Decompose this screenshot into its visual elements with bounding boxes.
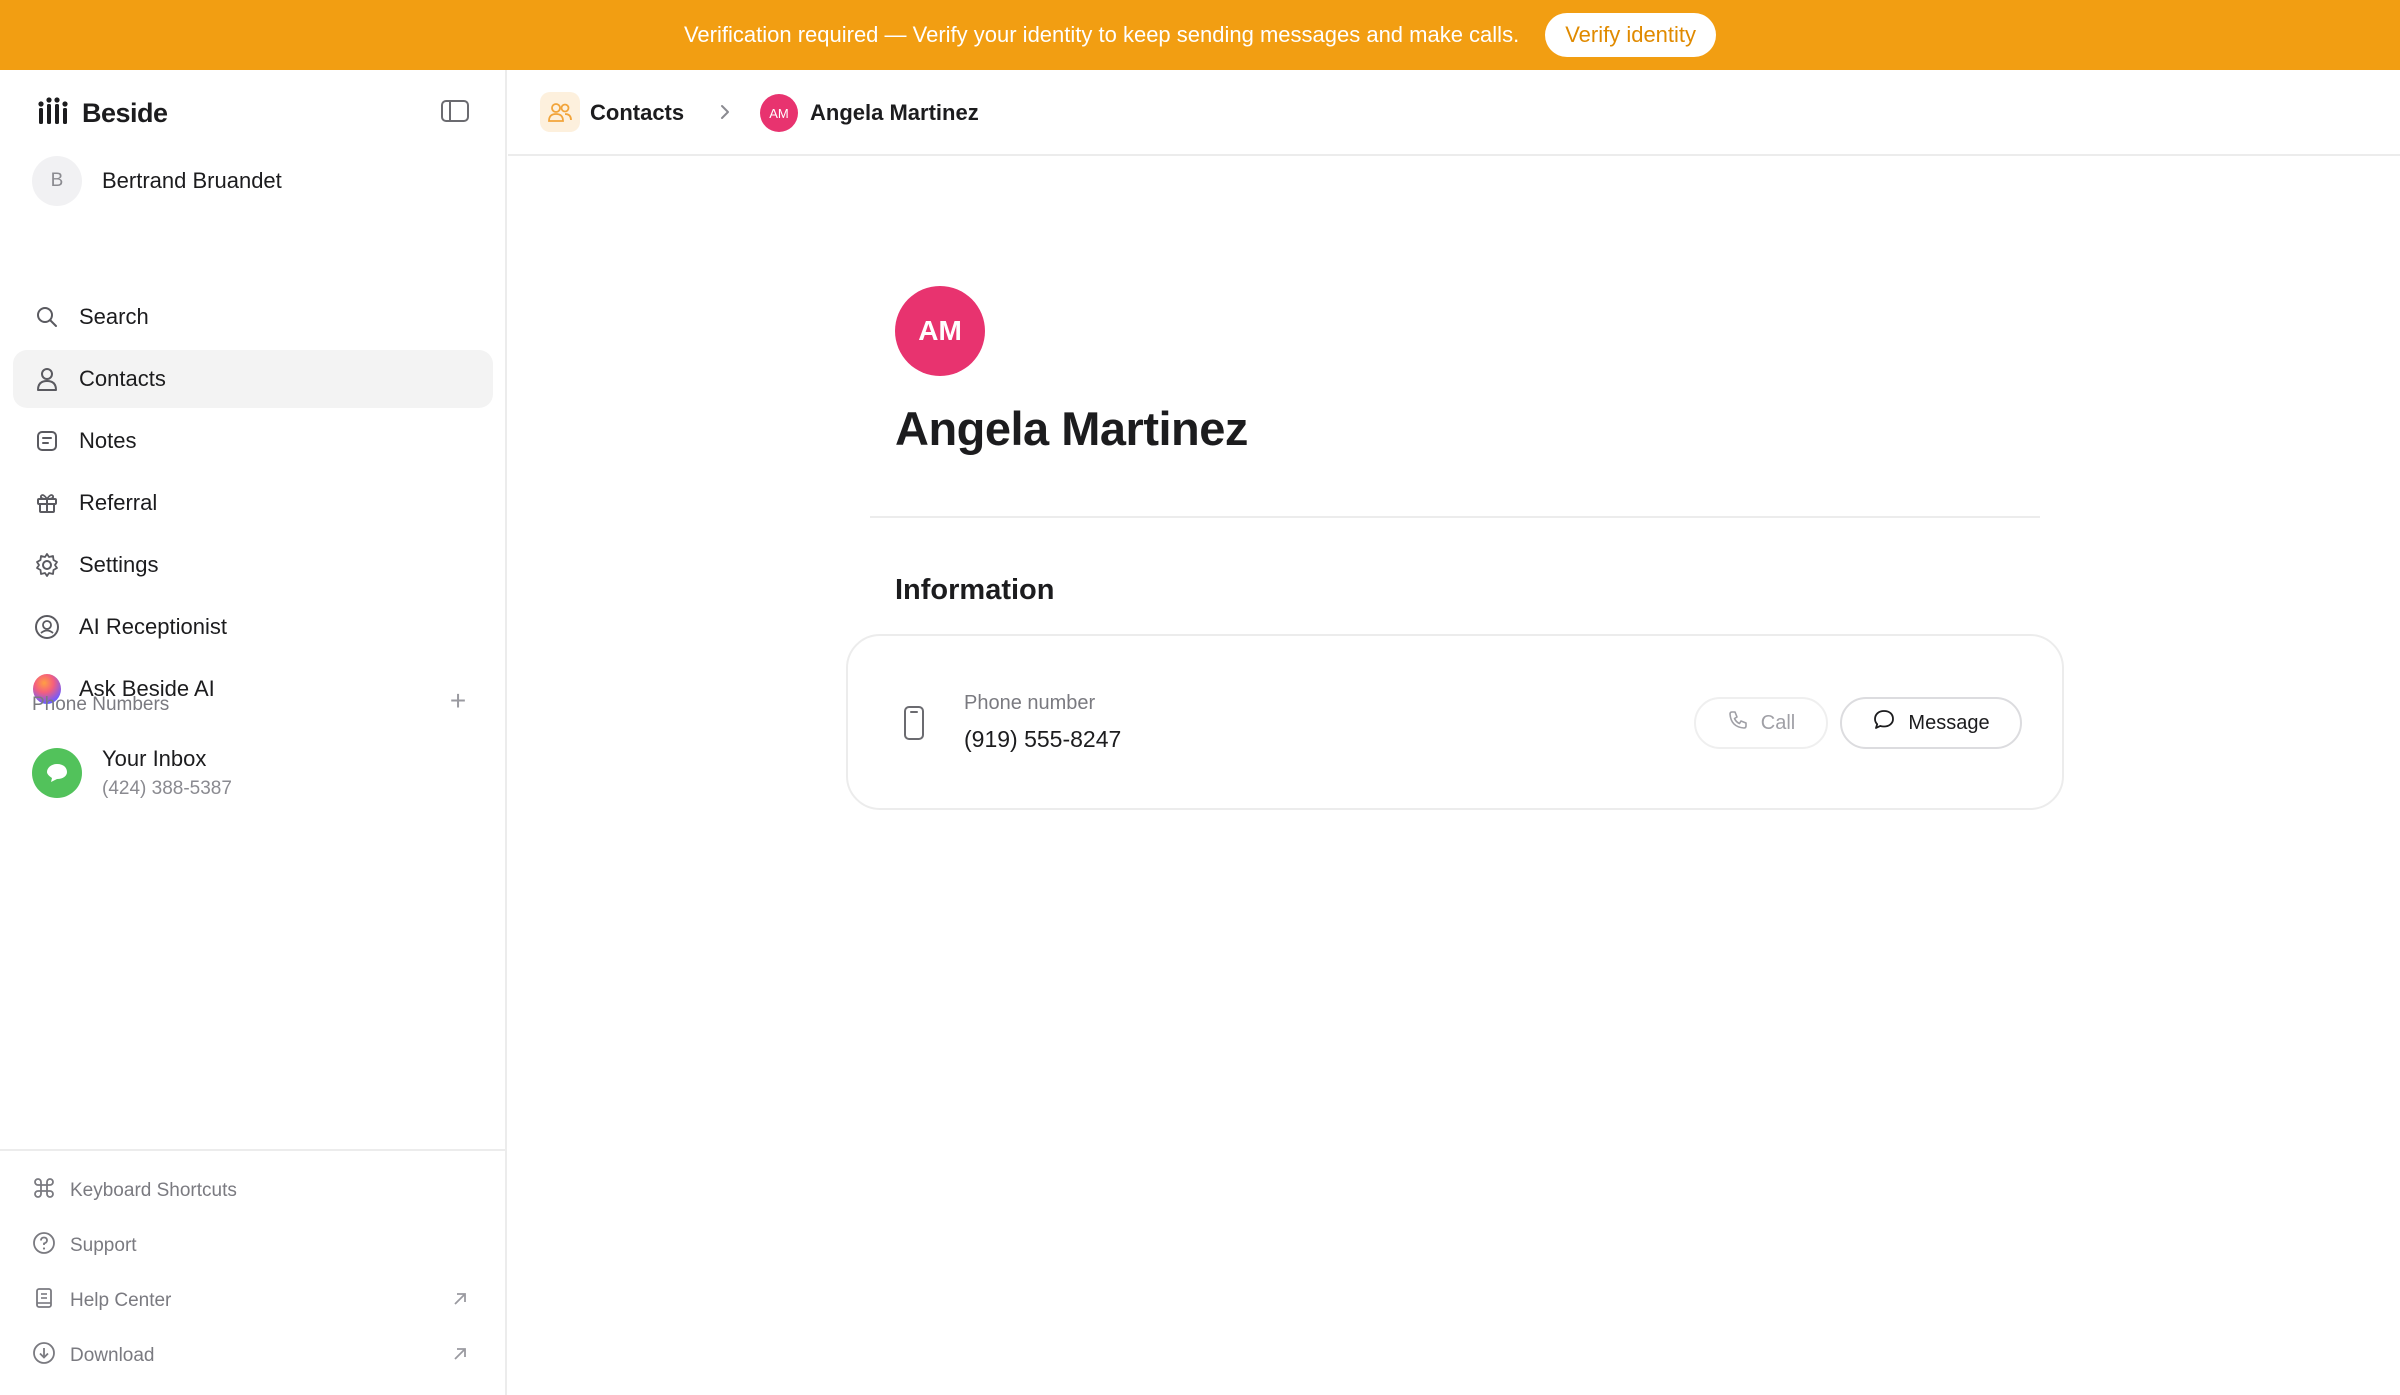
sidebar-toggle-icon[interactable]: [440, 98, 470, 124]
verification-banner: Verification required — Verify your iden…: [0, 0, 2400, 70]
phone-numbers-label: Phone Numbers: [32, 694, 170, 715]
avatar: B: [32, 156, 82, 206]
sidebar-item-settings[interactable]: Settings: [13, 536, 493, 594]
user-profile[interactable]: B Bertrand Bruandet: [32, 156, 282, 206]
sidebar-item-referral[interactable]: Referral: [13, 474, 493, 532]
phone-value[interactable]: (919) 555-8247: [964, 726, 1121, 753]
sidebar: Beside B Bertrand Bruandet Search Contac…: [0, 70, 507, 1395]
contacts-group-icon: [540, 92, 580, 132]
sidebar-item-label: Contacts: [79, 366, 166, 391]
download-icon: [32, 1341, 56, 1371]
external-link-icon: [450, 1289, 470, 1309]
book-icon: [32, 1286, 56, 1316]
add-phone-number-icon[interactable]: +: [446, 685, 470, 716]
ai-receptionist-icon: [33, 613, 61, 641]
brand[interactable]: Beside: [36, 96, 168, 131]
question-icon: [32, 1231, 56, 1261]
banner-text: Verification required — Verify your iden…: [683, 22, 1520, 47]
sidebar-item-label: Referral: [79, 490, 158, 515]
footer-item-keyboard-shortcuts[interactable]: Keyboard Shortcuts: [0, 1163, 505, 1218]
phone-icon: [1727, 709, 1749, 737]
search-icon: [33, 303, 61, 331]
sidebar-item-label: Notes: [79, 428, 137, 453]
breadcrumb: Contacts AM Angela Martinez: [508, 70, 2400, 156]
message-button-label: Message: [1908, 711, 1990, 734]
gift-icon: [33, 489, 61, 517]
brand-name: Beside: [82, 98, 168, 128]
call-button[interactable]: Call: [1694, 697, 1828, 749]
avatar: AM: [760, 94, 798, 132]
note-icon: [33, 427, 61, 455]
sidebar-item-label: Search: [79, 304, 149, 329]
contact-avatar: AM: [895, 286, 985, 376]
footer-item-label: Support: [70, 1234, 137, 1256]
footer-item-help-center[interactable]: Help Center: [0, 1273, 505, 1328]
user-name: Bertrand Bruandet: [102, 168, 282, 193]
sidebar-nav: Search Contacts Notes Referral Settings: [13, 288, 493, 722]
divider: [870, 516, 2040, 518]
mobile-phone-icon: [900, 704, 928, 742]
verify-identity-button[interactable]: Verify identity: [1545, 13, 1717, 57]
footer-item-support[interactable]: Support: [0, 1218, 505, 1273]
sidebar-footer: Keyboard Shortcuts Support Help Center D…: [0, 1149, 505, 1383]
breadcrumb-contact-name: Angela Martinez: [810, 100, 979, 125]
page-title: Angela Martinez: [895, 402, 1248, 455]
sidebar-item-ai-receptionist[interactable]: AI Receptionist: [13, 598, 493, 656]
inbox-name: Your Inbox: [102, 746, 207, 771]
footer-item-label: Keyboard Shortcuts: [70, 1179, 237, 1201]
breadcrumb-contacts[interactable]: Contacts: [590, 100, 684, 126]
chat-bubble-icon: [1872, 708, 1896, 738]
person-icon: [33, 365, 61, 393]
inbox-phone: (424) 388-5387: [102, 778, 232, 799]
sidebar-item-notes[interactable]: Notes: [13, 412, 493, 470]
sidebar-item-label: AI Receptionist: [79, 614, 227, 639]
sidebar-item-contacts[interactable]: Contacts: [13, 350, 493, 408]
sidebar-item-label: Settings: [79, 552, 159, 577]
chat-bubble-icon: [32, 748, 82, 798]
phone-info-card: Phone number (919) 555-8247 Call Message: [846, 634, 2064, 810]
gear-icon: [33, 551, 61, 579]
footer-item-label: Download: [70, 1344, 155, 1366]
inbox-item[interactable]: Your Inbox (424) 388-5387: [32, 746, 232, 800]
external-link-icon: [450, 1344, 470, 1364]
message-button[interactable]: Message: [1840, 697, 2022, 749]
chevron-right-icon: [713, 100, 737, 124]
call-button-label: Call: [1760, 711, 1796, 734]
contact-detail: AM Angela Martinez Information Phone num…: [508, 156, 2400, 1395]
footer-item-download[interactable]: Download: [0, 1328, 505, 1383]
information-heading: Information: [895, 574, 1055, 606]
beside-logo-icon: [36, 96, 70, 131]
sidebar-item-search[interactable]: Search: [13, 288, 493, 346]
phone-label: Phone number: [964, 692, 1096, 714]
footer-item-label: Help Center: [70, 1289, 172, 1311]
command-icon: [32, 1176, 56, 1206]
